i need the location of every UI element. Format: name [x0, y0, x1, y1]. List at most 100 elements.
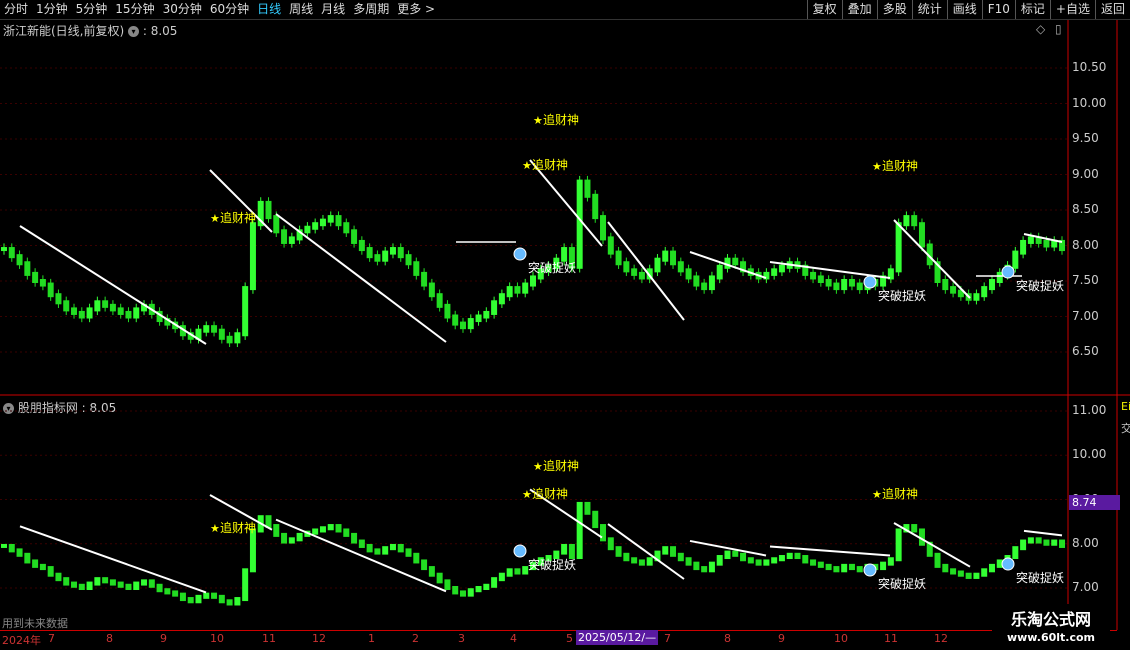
main-ytick-2: 9.50	[1072, 131, 1099, 145]
star-icon: ★	[522, 488, 532, 501]
trend-line	[1023, 529, 1063, 537]
indicator-candle	[833, 566, 840, 573]
indicator-candle	[319, 526, 326, 533]
trend-line	[529, 159, 603, 247]
breakout-ball-icon	[1001, 265, 1015, 279]
indicator-candle	[397, 543, 404, 553]
breakout-signal-label: 突破捉妖	[1016, 570, 1064, 585]
watermark-url: www.60lt.com	[1006, 631, 1096, 644]
indicator-candle	[281, 532, 288, 544]
indicator-candle	[16, 548, 23, 557]
main-price-plot	[1, 159, 1065, 348]
indicator-candle	[716, 555, 723, 566]
trend-line	[275, 213, 447, 343]
main-ytick-6: 7.50	[1072, 273, 1099, 287]
date-label-9: 3	[458, 632, 465, 645]
date-label-4: 10	[210, 632, 224, 645]
date-label-6: 12	[312, 632, 326, 645]
indicator-candle	[662, 546, 669, 555]
indicator-candle	[576, 501, 583, 560]
indicator-candle	[685, 557, 692, 566]
indicator-candle	[600, 524, 607, 542]
indicator-candle	[389, 543, 396, 551]
indicator-candle	[327, 524, 334, 531]
indicator-candle	[55, 572, 62, 582]
breakout-ball-icon	[1001, 557, 1015, 571]
main-ytick-0: 10.50	[1072, 60, 1107, 74]
date-axis: 2024年 7 8 9 10 11 12 1 2 3 4 5 7 8 9 10 11 12	[0, 630, 1117, 647]
indicator-candle	[475, 586, 482, 593]
trend-line	[689, 251, 767, 279]
date-label-3: 9	[160, 632, 167, 645]
indicator-candle	[724, 550, 731, 560]
indicator-candle	[856, 566, 863, 573]
sub-ytick-0: 11.00	[1072, 403, 1107, 417]
indicator-candle	[794, 552, 801, 560]
indicator-candle	[39, 563, 46, 571]
trend-line	[607, 221, 685, 321]
breakout-signal-label: 突破捉妖	[878, 288, 926, 303]
date-label-14: 9	[778, 632, 785, 645]
indicator-candle	[94, 577, 101, 586]
date-label-16: 11	[884, 632, 898, 645]
indicator-candle	[942, 563, 949, 573]
indicator-candle	[1012, 546, 1019, 560]
indicator-candle	[109, 579, 116, 586]
indicator-candle	[506, 568, 513, 577]
breakout-signal-label: 突破捉妖	[1016, 278, 1064, 293]
indicator-candle	[934, 552, 941, 568]
indicator-candle	[203, 592, 210, 599]
buy-signal-label: 追财神	[882, 158, 918, 173]
date-label-13: 8	[724, 632, 731, 645]
indicator-candle	[786, 552, 793, 560]
indicator-candle	[911, 524, 918, 533]
indicator-candle	[358, 539, 365, 548]
indicator-candle	[771, 557, 778, 564]
indicator-candle	[187, 597, 194, 604]
indicator-candle	[366, 543, 373, 553]
indicator-candle	[312, 528, 319, 535]
indicator-candle	[1, 543, 7, 548]
date-label-0: 2024年	[2, 634, 41, 647]
indicator-candle	[1043, 539, 1050, 546]
indicator-candle	[887, 557, 894, 566]
indicator-candle	[249, 528, 256, 573]
indicator-candle	[607, 537, 614, 551]
indicator-candle	[708, 561, 715, 573]
indicator-candle	[825, 563, 832, 571]
indicator-candle	[981, 568, 988, 577]
date-label-17: 12	[934, 632, 948, 645]
indicator-candle	[701, 566, 708, 573]
indicator-candle	[1027, 537, 1034, 544]
indicator-candle	[1059, 539, 1065, 548]
star-icon: ★	[872, 160, 882, 173]
indicator-candle	[133, 581, 140, 590]
indicator-candle	[988, 563, 995, 573]
indicator-candle	[623, 552, 630, 562]
indicator-candle	[382, 546, 389, 555]
watermark-logo: 乐淘公式网 www.60lt.com	[992, 604, 1110, 650]
indicator-candle	[164, 588, 171, 595]
right-clip-top: Ei	[1121, 400, 1130, 413]
indicator-candle	[117, 581, 124, 588]
star-icon: ★	[533, 114, 543, 127]
indicator-candle	[677, 552, 684, 562]
indicator-candle	[631, 557, 638, 564]
kline-chart[interactable]: ★ 追财神★ 追财神★ 追财神 ★ 追财神★ 追财神★ 追财神★ 追财神 ★ 追财神突破捉妖突破捉妖…	[0, 0, 1130, 650]
indicator-candle	[226, 599, 233, 606]
main-ytick-7: 7.00	[1072, 308, 1099, 323]
indicator-candle	[421, 559, 428, 571]
breakout-signal-label: 突破捉妖	[528, 557, 576, 572]
star-icon: ★	[872, 488, 882, 501]
trend-line	[275, 518, 447, 593]
indicator-candle	[592, 510, 599, 529]
date-label-12: 7	[664, 632, 671, 645]
indicator-candle	[957, 570, 964, 577]
indicator-candle	[242, 568, 249, 602]
date-label-5: 11	[262, 632, 276, 645]
indicator-candle	[491, 577, 498, 588]
trend-line	[893, 219, 971, 299]
trend-line	[769, 261, 891, 279]
indicator-candle	[343, 528, 350, 537]
indicator-candle	[1020, 539, 1027, 551]
